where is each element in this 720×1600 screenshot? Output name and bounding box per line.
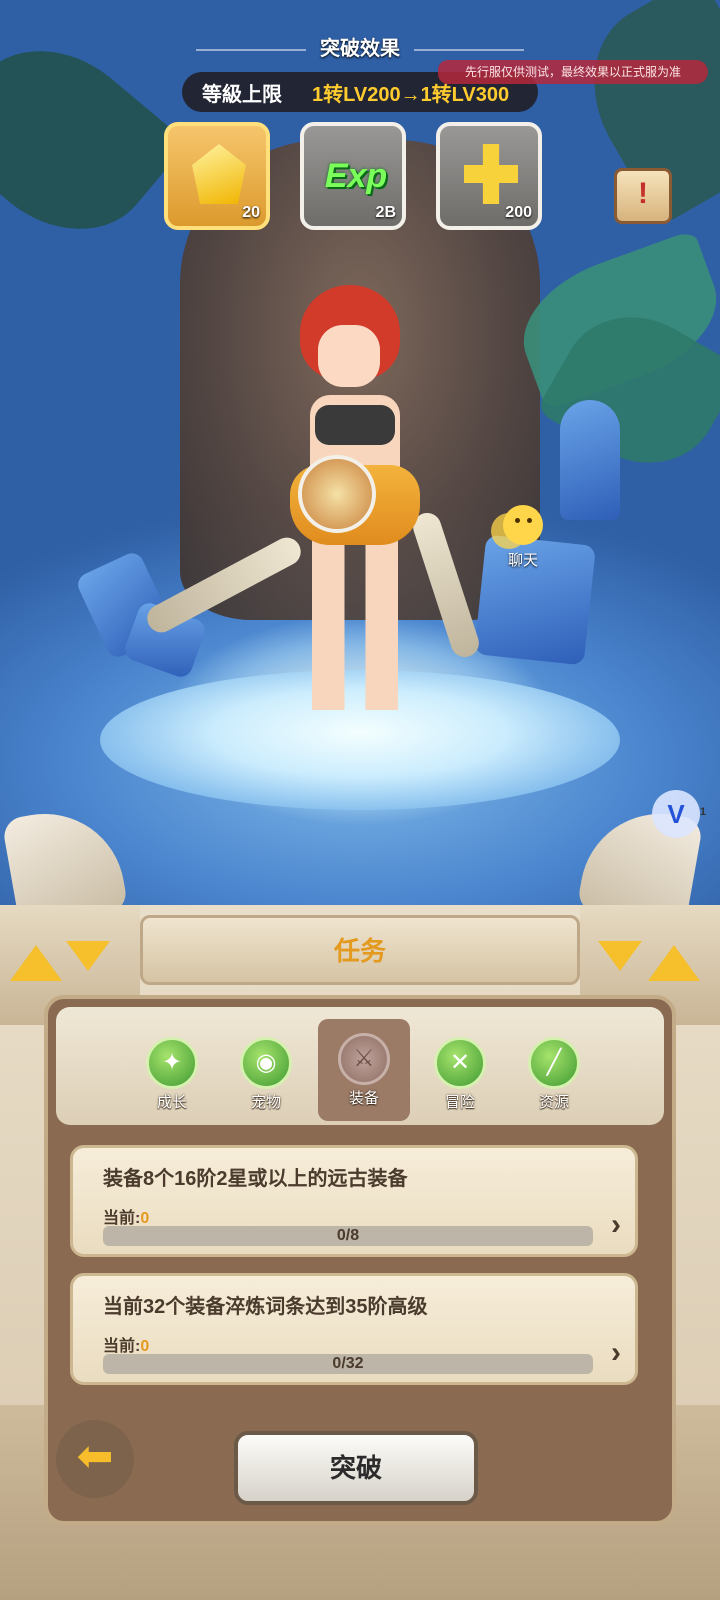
reward-quantity: 2B: [375, 204, 396, 221]
current-value: 0: [140, 1210, 150, 1227]
character-legs: [312, 540, 398, 710]
exclamation-icon: !: [638, 177, 648, 210]
breakthrough-effect-title: 突破效果: [0, 32, 720, 61]
blue-rock: [560, 400, 620, 520]
exp-icon: Exp: [324, 157, 388, 195]
breakthrough-button[interactable]: 突破: [234, 1431, 478, 1505]
bone-resource-icon: ╱: [528, 1037, 580, 1089]
tab-label: 资源: [538, 1094, 569, 1111]
character-face: [318, 325, 380, 387]
progress-text: 0/8: [336, 1227, 360, 1244]
title-decoration: [414, 48, 524, 51]
test-server-notice: 先行服仅供测试，最终效果以正式服为准: [438, 60, 708, 84]
level-cap-label: 等級上限: [202, 83, 282, 106]
tab-label: 宠物: [250, 1094, 281, 1111]
chat-label: 聊天: [507, 552, 538, 569]
current-label: 当前:: [103, 1210, 141, 1227]
tab-growth[interactable]: ✦ 成长: [136, 1029, 208, 1119]
v-badge-count: 1: [699, 806, 706, 818]
growth-icon: ✦: [146, 1037, 198, 1089]
character-top: [315, 405, 395, 445]
reward-slot-plus[interactable]: 200: [436, 122, 542, 230]
v-floating-button[interactable]: V1: [652, 790, 706, 838]
character-lion-shield: [298, 455, 376, 533]
task-current: 当前:0: [103, 1204, 149, 1228]
chevron-right-icon[interactable]: ›: [611, 1336, 621, 1370]
panel-title: 任务: [333, 936, 386, 966]
reward-slot-exp[interactable]: Exp 2B: [300, 122, 406, 230]
v-logo-icon: V: [667, 799, 685, 829]
reward-slot-crystal[interactable]: 20: [164, 122, 270, 230]
tab-adventure[interactable]: ✕ 冒险: [424, 1029, 496, 1119]
task-progress-bar: 0/8: [103, 1226, 593, 1246]
back-button[interactable]: ⬅: [56, 1420, 134, 1498]
task-item[interactable]: 当前32个装备淬炼词条达到35阶高级 当前:0 0/32 ›: [70, 1273, 638, 1385]
category-tabs: ✦ 成长 ◉ 宠物 ⚔ 装备 ✕ 冒险 ╱ 资源: [56, 1007, 664, 1125]
chat-button[interactable]: 聊天: [488, 505, 558, 575]
adventure-icon: ✕: [434, 1037, 486, 1089]
info-scroll-button[interactable]: !: [614, 168, 672, 224]
task-current: 当前:0: [103, 1332, 149, 1356]
tab-label: 冒险: [444, 1094, 475, 1111]
reward-quantity: 200: [505, 204, 532, 221]
back-arrow-icon: ⬅: [76, 1432, 114, 1481]
equipment-icon: ⚔: [338, 1033, 390, 1085]
tab-resource[interactable]: ╱ 资源: [518, 1029, 590, 1119]
task-item[interactable]: 装备8个16阶2星或以上的远古装备 当前:0 0/8 ›: [70, 1145, 638, 1257]
tab-pet[interactable]: ◉ 宠物: [230, 1029, 302, 1119]
task-title: 当前32个装备淬炼词条达到35阶高级: [103, 1296, 428, 1318]
progress-text: 0/32: [332, 1355, 364, 1372]
task-progress-bar: 0/32: [103, 1354, 593, 1374]
gold-crystal-icon: [192, 144, 246, 204]
tab-equipment[interactable]: ⚔ 装备: [318, 1019, 410, 1121]
pet-icon: ◉: [240, 1037, 292, 1089]
chevron-right-icon[interactable]: ›: [611, 1208, 621, 1242]
player-character[interactable]: [270, 285, 440, 715]
reward-quantity: 20: [242, 204, 260, 221]
gold-plus-icon: [464, 144, 518, 204]
current-value: 0: [140, 1338, 150, 1355]
chat-bubble-icon: [503, 505, 543, 545]
task-title: 装备8个16阶2星或以上的远古装备: [103, 1168, 408, 1190]
effect-title-text: 突破效果: [320, 38, 400, 60]
tab-label: 装备: [348, 1090, 379, 1107]
task-panel: 任务 ✦ 成长 ◉ 宠物 ⚔ 装备 ✕ 冒险 ╱ 资源 装备8个16阶2星或以上…: [0, 905, 720, 1600]
tab-label: 成长: [156, 1094, 187, 1111]
title-decoration: [196, 48, 306, 51]
current-label: 当前:: [103, 1338, 141, 1355]
